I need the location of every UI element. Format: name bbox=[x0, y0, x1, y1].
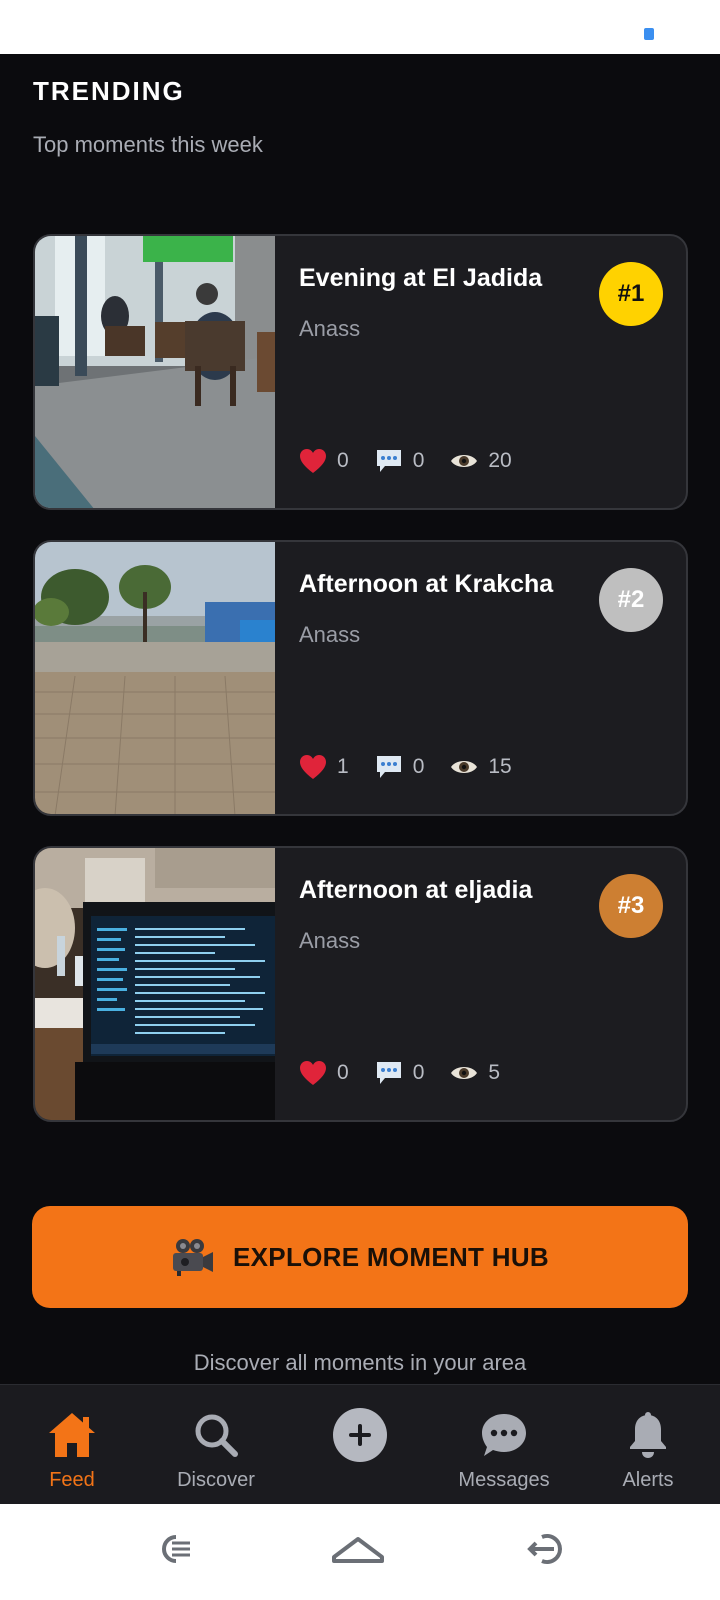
nav-label-messages: Messages bbox=[458, 1469, 550, 1491]
moment-thumbnail[interactable] bbox=[35, 236, 275, 508]
nav-item-discover[interactable]: Discover bbox=[144, 1385, 288, 1505]
rank-badge: #1 bbox=[599, 262, 663, 326]
likes-stat[interactable]: 1 bbox=[299, 754, 349, 780]
home-icon bbox=[44, 1407, 100, 1463]
nav-item-messages[interactable]: Messages bbox=[432, 1385, 576, 1505]
home-button[interactable] bbox=[328, 1524, 388, 1574]
heart-icon bbox=[300, 449, 326, 473]
nav-item-feed[interactable]: Feed bbox=[0, 1385, 144, 1505]
nav-label-discover: Discover bbox=[177, 1469, 255, 1491]
comments-stat[interactable]: 0 bbox=[375, 754, 425, 780]
likes-stat[interactable]: 0 bbox=[299, 448, 349, 474]
nav-item-create[interactable] bbox=[288, 1385, 432, 1505]
views-count: 20 bbox=[488, 449, 512, 472]
views-count: 15 bbox=[488, 755, 512, 778]
comments-stat[interactable]: 0 bbox=[375, 1060, 425, 1086]
moment-stats: 0 0 20 bbox=[299, 446, 538, 476]
back-icon bbox=[527, 1534, 562, 1564]
likes-stat[interactable]: 0 bbox=[299, 1060, 349, 1086]
likes-count: 1 bbox=[337, 755, 349, 778]
moment-thumbnail[interactable] bbox=[35, 542, 275, 814]
eye-icon bbox=[451, 761, 478, 773]
likes-count: 0 bbox=[337, 449, 349, 472]
comment-icon bbox=[376, 756, 401, 778]
explore-moment-hub-button[interactable]: EXPLORE MOMENT HUB bbox=[32, 1206, 688, 1308]
chat-bubble-icon bbox=[476, 1407, 532, 1463]
rank-badge: #2 bbox=[599, 568, 663, 632]
recent-apps-icon bbox=[162, 1535, 190, 1563]
status-bar bbox=[0, 0, 720, 54]
views-stat: 15 bbox=[450, 755, 512, 779]
moment-card[interactable]: Afternoon at eljadia Anass #3 0 0 5 bbox=[33, 846, 688, 1122]
explore-button-label: EXPLORE MOMENT HUB bbox=[233, 1241, 549, 1272]
bottom-navigation: Feed Discover Messages Alerts bbox=[0, 1384, 720, 1504]
nav-item-alerts[interactable]: Alerts bbox=[576, 1385, 720, 1505]
video-camera-icon bbox=[173, 1239, 214, 1276]
eye-icon bbox=[451, 455, 478, 467]
moment-title: Evening at El Jadida bbox=[299, 264, 543, 292]
heart-icon bbox=[300, 755, 326, 779]
moment-stats: 1 0 15 bbox=[299, 752, 538, 782]
add-icon bbox=[332, 1407, 388, 1463]
moment-author[interactable]: Anass bbox=[299, 928, 360, 954]
moment-title: Afternoon at Krakcha bbox=[299, 570, 554, 598]
moment-author[interactable]: Anass bbox=[299, 316, 360, 342]
nav-label-alerts: Alerts bbox=[622, 1469, 674, 1491]
page-title: TRENDING bbox=[33, 76, 185, 106]
trending-screen: TRENDING Top moments this week Evening a… bbox=[0, 54, 720, 1384]
page-subtitle: Top moments this week bbox=[33, 132, 263, 157]
explore-caption: Discover all moments in your area bbox=[193, 1350, 527, 1375]
eye-icon bbox=[451, 1067, 478, 1079]
heart-icon bbox=[300, 1061, 326, 1085]
moment-title: Afternoon at eljadia bbox=[299, 876, 533, 904]
comments-count: 0 bbox=[412, 1061, 425, 1084]
moment-card[interactable]: Evening at El Jadida Anass #1 0 0 20 bbox=[33, 234, 688, 510]
comments-count: 0 bbox=[412, 755, 425, 778]
views-stat: 5 bbox=[450, 1061, 500, 1085]
moment-thumbnail[interactable] bbox=[35, 848, 275, 1120]
comment-icon bbox=[376, 1062, 401, 1084]
likes-count: 0 bbox=[337, 1061, 349, 1084]
moment-stats: 0 0 5 bbox=[299, 1058, 526, 1088]
system-navigation-bar bbox=[0, 1504, 720, 1600]
moment-author[interactable]: Anass bbox=[299, 622, 360, 648]
back-button[interactable] bbox=[518, 1524, 578, 1574]
home-outline-icon bbox=[332, 1537, 384, 1563]
status-indicator-icon bbox=[644, 28, 654, 40]
views-count: 5 bbox=[488, 1061, 501, 1084]
moment-card[interactable]: Afternoon at Krakcha Anass #2 1 0 15 bbox=[33, 540, 688, 816]
bell-icon bbox=[620, 1407, 676, 1463]
search-icon bbox=[188, 1407, 244, 1463]
recent-apps-button[interactable] bbox=[142, 1524, 202, 1574]
comment-icon bbox=[376, 450, 401, 472]
nav-label-feed: Feed bbox=[49, 1469, 95, 1491]
rank-badge: #3 bbox=[599, 874, 663, 938]
comments-count: 0 bbox=[412, 449, 425, 472]
views-stat: 20 bbox=[450, 449, 512, 473]
comments-stat[interactable]: 0 bbox=[375, 448, 425, 474]
